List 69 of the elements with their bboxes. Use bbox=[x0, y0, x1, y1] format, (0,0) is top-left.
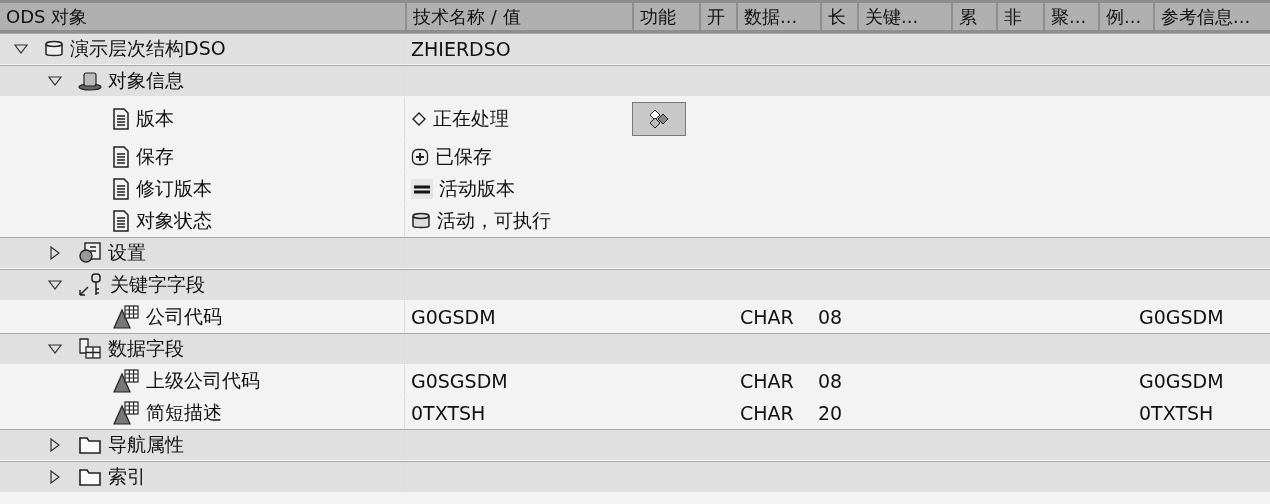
length-text: 20 bbox=[818, 401, 843, 424]
value-text: 活动，可执行 bbox=[437, 207, 551, 233]
value-text: ZHIERDSO bbox=[411, 38, 511, 60]
value-text: G0GSDM bbox=[411, 305, 496, 328]
column-header[interactable]: 参考信息... bbox=[1155, 3, 1270, 30]
column-header[interactable]: 功能 bbox=[634, 3, 699, 30]
node-label[interactable]: 版本 bbox=[136, 105, 174, 132]
data-type-text: CHAR bbox=[740, 305, 794, 328]
field-icon bbox=[112, 368, 140, 393]
length-text: 08 bbox=[818, 305, 843, 328]
reference-text: G0GSDM bbox=[1139, 305, 1224, 328]
database-icon bbox=[44, 40, 64, 58]
data-type-text: CHAR bbox=[740, 369, 794, 392]
key-icon bbox=[78, 273, 104, 297]
length-text: 08 bbox=[818, 369, 843, 392]
node-label[interactable]: 索引 bbox=[108, 464, 146, 490]
equals-icon bbox=[411, 178, 433, 199]
column-header[interactable]: 累 bbox=[953, 3, 996, 30]
node-label[interactable]: 保存 bbox=[136, 143, 174, 170]
node-label[interactable]: 关键字字段 bbox=[110, 272, 205, 298]
field-icon bbox=[112, 400, 140, 425]
node-label[interactable]: 对象信息 bbox=[108, 68, 184, 94]
node-label[interactable]: 导航属性 bbox=[108, 432, 184, 458]
expand-arrow-icon[interactable] bbox=[48, 246, 62, 260]
document-icon bbox=[112, 209, 130, 232]
hat-icon bbox=[78, 71, 102, 91]
data-type-text: CHAR bbox=[740, 401, 794, 424]
column-header[interactable]: 非 bbox=[998, 3, 1043, 30]
column-header[interactable]: 聚... bbox=[1045, 3, 1098, 30]
diamond-icon bbox=[411, 110, 427, 127]
column-header[interactable]: ODS 对象 bbox=[0, 3, 405, 30]
node-label[interactable]: 设置 bbox=[108, 240, 146, 266]
column-header[interactable]: 关键... bbox=[859, 3, 951, 30]
column-header[interactable]: 开 bbox=[701, 3, 736, 30]
node-label[interactable]: 简短描述 bbox=[146, 399, 222, 426]
node-label[interactable]: 数据字段 bbox=[108, 336, 184, 362]
column-header[interactable]: 例... bbox=[1100, 3, 1153, 30]
plus-icon bbox=[411, 147, 429, 166]
value-text: 正在处理 bbox=[433, 105, 509, 131]
document-icon bbox=[112, 177, 130, 200]
value-text: 0TXTSH bbox=[411, 401, 486, 424]
column-header[interactable]: 长 bbox=[822, 3, 857, 30]
reference-text: 0TXTSH bbox=[1139, 401, 1214, 424]
field-icon bbox=[112, 304, 140, 329]
collapse-arrow-icon[interactable] bbox=[48, 342, 62, 356]
column-header[interactable]: 数据... bbox=[738, 3, 820, 30]
folder-icon bbox=[78, 435, 102, 455]
document-icon bbox=[112, 107, 130, 130]
node-label[interactable]: 上级公司代码 bbox=[146, 367, 260, 394]
value-text: 活动版本 bbox=[439, 175, 515, 201]
function-button[interactable] bbox=[632, 101, 686, 136]
node-label[interactable]: 公司代码 bbox=[146, 303, 222, 330]
collapse-arrow-icon[interactable] bbox=[48, 278, 62, 292]
collapse-arrow-icon[interactable] bbox=[48, 74, 62, 88]
folder-icon bbox=[78, 467, 102, 487]
document-icon bbox=[112, 145, 130, 168]
collapse-arrow-icon[interactable] bbox=[14, 42, 28, 56]
expand-arrow-icon[interactable] bbox=[48, 438, 62, 452]
node-label[interactable]: 修订版本 bbox=[136, 175, 212, 202]
value-text: 已保存 bbox=[435, 143, 492, 169]
column-header[interactable]: 技术名称 / 值 bbox=[407, 3, 632, 30]
node-label[interactable]: 对象状态 bbox=[136, 207, 212, 234]
table-icon bbox=[78, 338, 102, 360]
database-icon bbox=[411, 211, 431, 230]
node-label[interactable]: 演示层次结构DSO bbox=[70, 36, 226, 62]
reference-text: G0GSDM bbox=[1139, 369, 1224, 392]
expand-arrow-icon[interactable] bbox=[48, 470, 62, 484]
settings-panel-icon bbox=[78, 242, 102, 264]
value-text: G0SGSDM bbox=[411, 369, 508, 392]
